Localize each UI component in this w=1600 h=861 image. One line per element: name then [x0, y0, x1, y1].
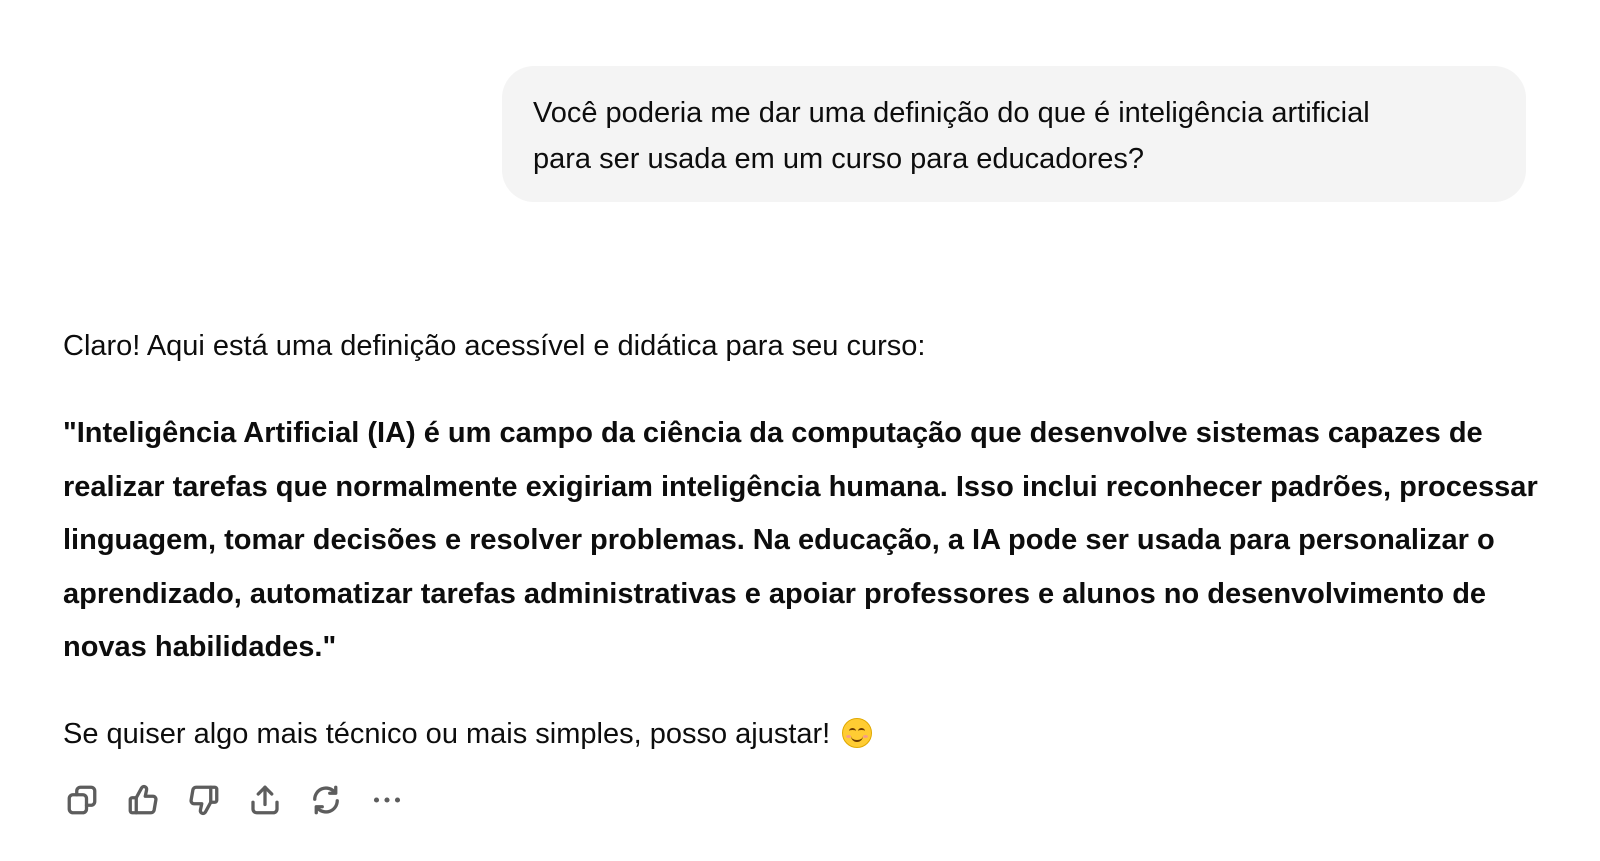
- thumbs-up-icon: [128, 784, 158, 815]
- assistant-intro: Claro! Aqui está uma definição acessível…: [63, 330, 926, 362]
- user-message-line-1: Você poderia me dar uma definição do que…: [533, 97, 1370, 129]
- thumbs-down-icon: [189, 785, 219, 816]
- thumbs-up-button[interactable]: [123, 780, 163, 820]
- copy-button[interactable]: [62, 780, 102, 820]
- regenerate-button[interactable]: [306, 780, 346, 820]
- thumbs-down-button[interactable]: [184, 780, 224, 820]
- assistant-outro-paragraph: Se quiser algo mais técnico ou mais simp…: [63, 710, 1553, 758]
- message-actions-bar: [62, 780, 428, 820]
- chat-conversation: Você poderia me dar uma definição do que…: [0, 0, 1600, 861]
- regenerate-icon: [313, 785, 339, 815]
- more-options-button[interactable]: [367, 780, 407, 820]
- user-message-bubble: Você poderia me dar uma definição do que…: [502, 66, 1526, 202]
- more-icon: [373, 797, 401, 803]
- share-button[interactable]: [245, 780, 285, 820]
- copy-icon: [67, 785, 97, 815]
- assistant-outro: Se quiser algo mais técnico ou mais simp…: [63, 717, 831, 750]
- smiling-face-emoji: [842, 717, 873, 748]
- share-icon: [251, 785, 279, 815]
- user-message-line-2: para ser usada em um curso para educador…: [533, 143, 1144, 175]
- assistant-message: Claro! Aqui está uma definição acessível…: [63, 322, 1553, 758]
- assistant-definition: "Inteligência Artificial (IA) é um campo…: [63, 417, 1538, 663]
